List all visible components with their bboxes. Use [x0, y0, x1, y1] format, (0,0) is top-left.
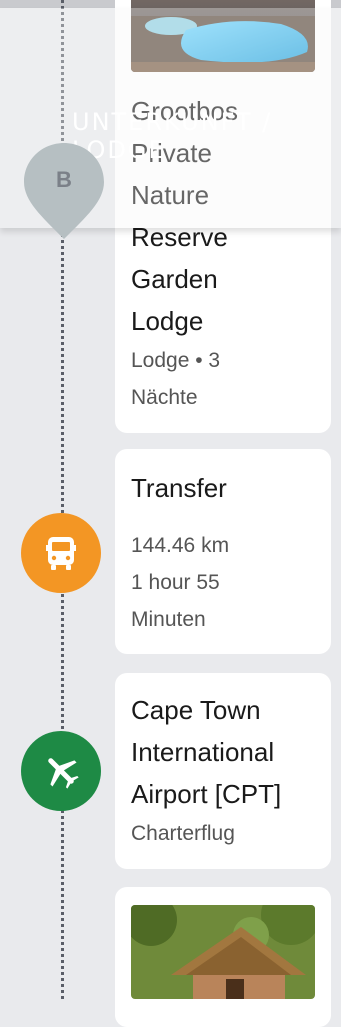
transfer-duration-unit: Minuten — [131, 608, 206, 631]
airport-title-line: Airport [CPT] — [131, 779, 282, 809]
lodge-subtitle-line: Lodge • 3 — [131, 349, 221, 372]
airplane-icon — [48, 758, 79, 789]
airport-title-line: International — [131, 737, 275, 767]
transfer-duration: 1 hour 55 — [131, 571, 220, 594]
airport-title-line: Cape Town — [131, 695, 261, 725]
section-label: UNTERKUNFT / LODGE — [72, 108, 273, 164]
lodge-title-line: Garden — [131, 264, 218, 294]
transfer-card[interactable]: Transfer 144.46 km 1 hour 55 Minuten — [115, 449, 331, 654]
thatched-lodge-photo — [131, 905, 315, 999]
bus-icon — [46, 537, 76, 570]
lodge-title-line: Lodge — [131, 306, 204, 336]
flight-marker — [21, 731, 101, 811]
transfer-marker — [21, 513, 101, 593]
transfer-distance: 144.46 km — [131, 534, 230, 557]
transfer-title: Transfer — [131, 473, 227, 503]
airport-card[interactable]: Cape Town International Airport [CPT] Ch… — [115, 673, 331, 869]
lodge-subtitle-line: Nächte — [131, 386, 198, 409]
map-pin-letter: B — [56, 167, 72, 192]
next-lodge-card[interactable] — [115, 887, 331, 1027]
airport-subtitle: Charterflug — [131, 822, 235, 845]
map-pin-marker: B — [24, 143, 104, 243]
